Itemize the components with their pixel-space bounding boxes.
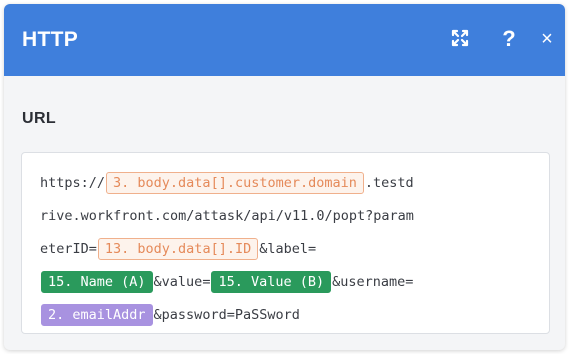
mapped-variable-pill[interactable]: 15. Name (A) [41, 271, 153, 293]
url-text: &username= [332, 274, 414, 290]
url-line-2: rive.workfront.com/attask/api/v11.0/popt… [40, 200, 540, 233]
mapped-variable-pill[interactable]: 2. emailAddr [41, 304, 153, 326]
url-text: eterID= [40, 241, 97, 257]
url-line-3: eterID= 13. body.data[].ID &label= [40, 233, 540, 266]
dialog-title: HTTP [22, 28, 79, 51]
url-line-4: 15. Name (A) &value= 15. Value (B) &usernam… [40, 266, 540, 299]
http-module-dialog: HTTP ? × URL https://3. body.data[].cust… [4, 4, 565, 350]
url-text: .testd [364, 175, 414, 191]
mapped-variable-pill[interactable]: 3. body.data[].customer.domain [106, 172, 364, 194]
url-input[interactable]: https://3. body.data[].customer.domain .t… [21, 152, 550, 334]
url-text: &label= [259, 241, 317, 257]
url-text: https:// [40, 175, 106, 191]
url-text: &value= [153, 274, 211, 290]
url-line-5: 2. emailAddr &password=PaSSword [40, 299, 540, 332]
url-text: &password=PaSSword [153, 307, 300, 323]
url-value: https://3. body.data[].customer.domain .t… [40, 167, 540, 332]
help-icon[interactable]: ? [498, 26, 520, 52]
mapped-variable-pill[interactable]: 13. body.data[].ID [97, 238, 259, 260]
url-line-1: https://3. body.data[].customer.domain .t… [40, 167, 540, 200]
url-text: rive.workfront.com/attask/api/v11.0/popt… [40, 208, 414, 224]
url-label: URL [22, 110, 57, 127]
expand-icon[interactable] [448, 26, 472, 50]
mapped-variable-pill[interactable]: 15. Value (B) [211, 271, 332, 293]
dialog-header: HTTP ? × [4, 4, 565, 76]
close-icon[interactable]: × [536, 26, 558, 52]
